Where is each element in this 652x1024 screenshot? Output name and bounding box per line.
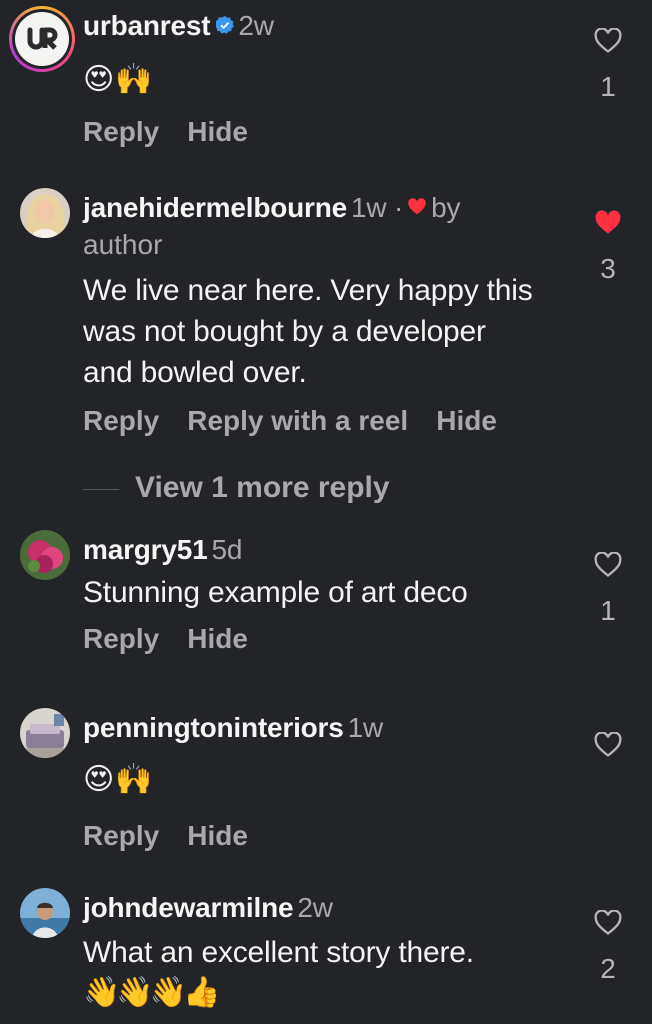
reply-button[interactable]: Reply	[83, 405, 159, 436]
heart-outline-icon[interactable]	[594, 731, 622, 758]
comment-text: We live near here. Very happy this was n…	[83, 273, 533, 389]
comment-emoji-text: 😍🙌	[83, 763, 154, 796]
like-column	[580, 731, 636, 763]
username[interactable]: johndewarmilne	[83, 892, 294, 923]
like-count: 3	[600, 253, 616, 284]
avatar[interactable]	[20, 530, 70, 580]
avatar-ring-gap	[12, 9, 72, 69]
comment-time: 2w	[238, 10, 274, 41]
liked-by-author-heart-icon	[407, 189, 427, 225]
username[interactable]: penningtoninteriors	[83, 712, 344, 743]
like-count: 1	[600, 595, 616, 626]
like-column: 2	[580, 909, 636, 985]
hide-button[interactable]: Hide	[187, 820, 248, 851]
avatar-story-ring[interactable]	[9, 6, 75, 72]
comment-header: johndewarmilne 2w	[83, 890, 563, 926]
by-author-label-continued: author	[83, 228, 163, 260]
thread-line	[83, 488, 119, 490]
comment-actions: Reply Hide	[83, 621, 563, 657]
comment-actions: Reply Hide	[83, 818, 563, 854]
heart-outline-icon[interactable]	[594, 551, 622, 578]
hide-button[interactable]: Hide	[436, 405, 497, 436]
comment-actions: Reply Reply with a reel Hide	[83, 403, 563, 439]
comment-header: penningtoninteriors 1w	[83, 710, 563, 746]
view-more-replies-label[interactable]: View 1 more reply	[135, 471, 390, 504]
username[interactable]: janehidermelbourne	[83, 192, 347, 223]
like-count: 1	[600, 71, 616, 102]
like-column: 1	[580, 27, 636, 103]
verified-badge-icon	[214, 7, 235, 43]
comment-text: Stunning example of art deco	[83, 576, 468, 609]
like-count: 2	[600, 953, 616, 984]
reply-with-reel-button[interactable]: Reply with a reel	[187, 405, 408, 436]
hide-button[interactable]: Hide	[187, 116, 248, 147]
avatar[interactable]	[20, 188, 70, 238]
comment-time: 5d	[211, 534, 243, 565]
avatar[interactable]	[20, 708, 70, 758]
comment-emoji-text: 😍🙌	[83, 62, 154, 96]
avatar[interactable]	[20, 888, 70, 938]
comment-time: 2w	[297, 892, 333, 923]
view-more-replies[interactable]: View 1 more reply	[83, 470, 563, 506]
heart-outline-icon[interactable]	[594, 27, 622, 54]
username[interactable]: urbanrest	[83, 10, 211, 41]
comment-actions: Reply Hide	[83, 114, 563, 150]
heart-outline-icon[interactable]	[594, 909, 622, 936]
comment-time: 1w	[347, 712, 384, 743]
heart-filled-icon[interactable]	[594, 210, 622, 236]
comment-emoji-text: 👋👋👋👍	[83, 976, 220, 1009]
comment-time: 1w ·	[351, 192, 404, 223]
comment-header: janehidermelbourne 1w · by	[83, 190, 563, 228]
like-column: 3	[580, 210, 636, 285]
username[interactable]: margry51	[83, 534, 208, 565]
comment-header: urbanrest 2w	[83, 8, 563, 46]
hide-button[interactable]: Hide	[187, 623, 248, 654]
reply-button[interactable]: Reply	[83, 623, 159, 654]
urbanrest-logo-icon	[15, 12, 69, 66]
like-column: 1	[580, 551, 636, 627]
reply-button[interactable]: Reply	[83, 820, 159, 851]
comment-text: What an excellent story there.	[83, 936, 474, 969]
by-author-label: by	[431, 192, 461, 223]
reply-button[interactable]: Reply	[83, 116, 159, 147]
comment-header: margry51 5d	[83, 532, 563, 568]
